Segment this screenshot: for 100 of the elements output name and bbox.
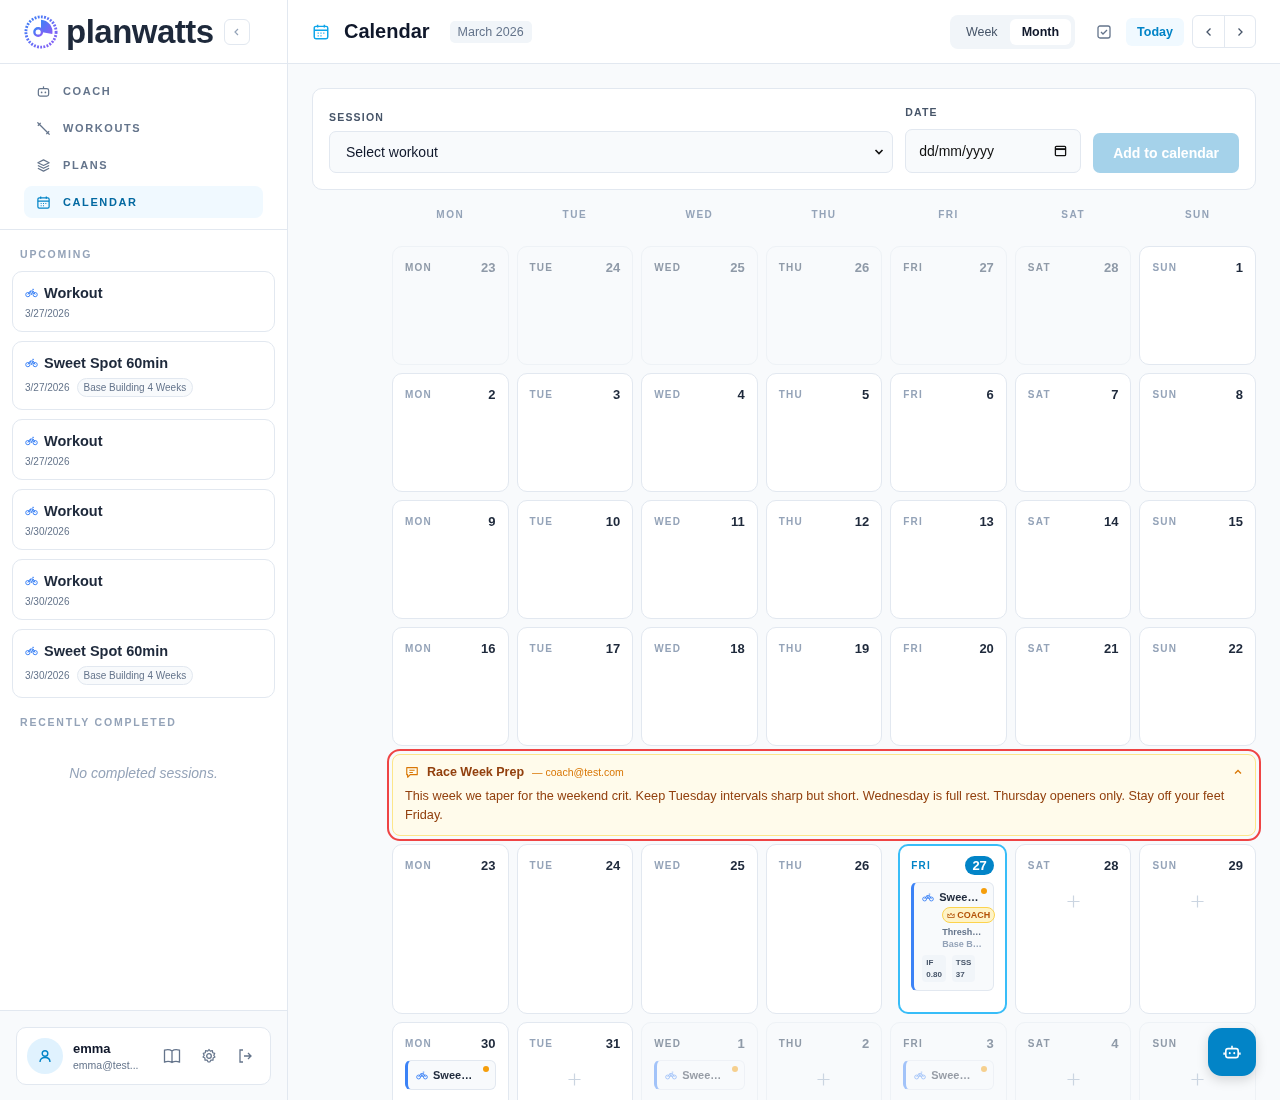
- day-cell[interactable]: FRI 13: [890, 500, 1007, 619]
- session-title: Workout: [44, 433, 103, 449]
- day-cell[interactable]: SUN 8: [1139, 373, 1256, 492]
- add-icon[interactable]: [1066, 895, 1080, 908]
- today-button[interactable]: Today: [1126, 17, 1184, 46]
- day-number: 26: [854, 259, 870, 275]
- note-author: — coach@test.com: [532, 766, 624, 778]
- day-cell[interactable]: TUE 24: [516, 844, 634, 1014]
- day-cell[interactable]: WED 11: [641, 500, 758, 619]
- session-card[interactable]: Swee… COACH Thresh… Base B… IF 0.80 TSS 37: [911, 882, 994, 991]
- day-label: SAT: [1027, 261, 1051, 273]
- day-cell[interactable]: THU 19: [765, 627, 883, 746]
- session-card[interactable]: Swee…: [405, 1060, 496, 1090]
- day-cell[interactable]: FRI 27 Swee… COACH Thresh… Base B… IF 0.80 TSS 37: [898, 844, 1007, 1014]
- day-cell[interactable]: SUN 29: [1139, 844, 1256, 1014]
- add-icon[interactable]: [1191, 1073, 1205, 1086]
- metric-label: IF: [926, 958, 935, 967]
- day-number: 23: [481, 259, 496, 275]
- add-icon[interactable]: [1066, 1073, 1080, 1086]
- day-label: FRI: [903, 1037, 923, 1049]
- logout-icon[interactable]: [237, 1048, 253, 1064]
- day-label: SUN: [1152, 261, 1178, 273]
- view-tab[interactable]: Week: [953, 18, 1010, 45]
- avatar-icon: [27, 1038, 63, 1074]
- nav-item[interactable]: CALENDAR: [24, 186, 263, 218]
- day-label: MON: [405, 642, 432, 654]
- period-label: March 2026: [449, 20, 532, 43]
- session-select[interactable]: Select workout: [329, 131, 894, 173]
- settings-icon[interactable]: [201, 1048, 217, 1064]
- session-date: 3/30/2026: [25, 596, 70, 607]
- nav-item[interactable]: COACH: [24, 75, 263, 107]
- day-cell[interactable]: THU 5: [765, 373, 883, 492]
- day-cell[interactable]: THU 26: [765, 844, 883, 1014]
- day-number: 18: [730, 640, 745, 656]
- book-icon[interactable]: [163, 1048, 181, 1064]
- day-cell[interactable]: FRI 20: [890, 627, 1007, 746]
- upcoming-card[interactable]: Sweet Spot 60min 3/30/2026 Base Building 4 Weeks: [12, 629, 275, 698]
- calendar-icon[interactable]: [1054, 144, 1068, 157]
- user-name: emma: [73, 1041, 112, 1056]
- nav-item[interactable]: WORKOUTS: [24, 112, 263, 144]
- day-cell[interactable]: FRI 6: [890, 373, 1007, 492]
- day-number: 28: [1103, 259, 1119, 275]
- bike-icon: [25, 436, 38, 446]
- day-cell[interactable]: THU 12: [765, 500, 883, 619]
- day-cell[interactable]: TUE 17: [516, 627, 634, 746]
- day-number: 8: [1235, 386, 1243, 402]
- plan-tag: Base Building 4 Weeks: [76, 378, 194, 397]
- day-cell[interactable]: SUN 22: [1139, 627, 1256, 746]
- upcoming-card[interactable]: Workout 3/30/2026: [12, 559, 275, 620]
- upcoming-card[interactable]: Sweet Spot 60min 3/27/2026 Base Building 4 Weeks: [12, 341, 275, 410]
- logo-text: planwatts: [66, 12, 214, 51]
- upcoming-card[interactable]: Workout 3/30/2026: [12, 489, 275, 550]
- day-cell[interactable]: WED 4: [641, 373, 758, 492]
- bike-icon: [922, 892, 935, 902]
- day-cell[interactable]: TUE 3: [516, 373, 634, 492]
- day-number: 31: [605, 1035, 621, 1051]
- metric-label: TSS: [955, 958, 972, 967]
- day-cell[interactable]: TUE 10: [516, 500, 634, 619]
- day-cell[interactable]: MON 16: [392, 627, 509, 746]
- empty-message: No completed sessions.: [68, 764, 219, 781]
- upcoming-card[interactable]: Workout 3/27/2026: [12, 419, 275, 480]
- day-cell[interactable]: SAT 21: [1014, 627, 1132, 746]
- weekday-header: THU: [810, 208, 838, 220]
- day-cell[interactable]: SAT 7: [1014, 373, 1132, 492]
- day-cell[interactable]: SUN 15: [1139, 500, 1256, 619]
- calendar-icon: [36, 194, 51, 210]
- day-cell[interactable]: MON 30 Swee…: [392, 1022, 509, 1100]
- session-date: 3/27/2026: [25, 308, 70, 319]
- date-field[interactable]: dd/mm/yyyy: [905, 129, 1082, 173]
- day-label: SAT: [1027, 642, 1051, 654]
- note-title: Race Week Prep: [427, 765, 525, 779]
- nav-item[interactable]: PLANS: [24, 149, 263, 181]
- add-icon[interactable]: [1191, 895, 1205, 908]
- day-cell[interactable]: SAT 28: [1014, 844, 1132, 1014]
- day-number: 3: [986, 1035, 994, 1051]
- add-icon[interactable]: [817, 1073, 831, 1086]
- day-label: MON: [405, 859, 432, 871]
- upcoming-card[interactable]: Workout 3/27/2026: [12, 271, 275, 332]
- collapse-icon[interactable]: [1233, 767, 1243, 777]
- collapse-button[interactable]: [223, 18, 250, 45]
- day-label: WED: [654, 515, 682, 527]
- day-number: 24: [605, 857, 621, 873]
- day-cell[interactable]: WED 25: [641, 844, 758, 1014]
- day-cell[interactable]: MON 9: [392, 500, 509, 619]
- metric-value: 37: [955, 970, 966, 979]
- add-icon[interactable]: [568, 1073, 582, 1086]
- day-cell[interactable]: SAT 14: [1014, 500, 1132, 619]
- day-label: WED: [654, 261, 682, 273]
- assistant-button[interactable]: [1208, 1028, 1256, 1076]
- bike-icon: [25, 288, 38, 298]
- day-number: 10: [605, 513, 621, 529]
- day-cell[interactable]: MON 23: [392, 844, 509, 1014]
- day-label: SAT: [1027, 388, 1051, 400]
- day-label: THU: [778, 1037, 803, 1049]
- day-cell[interactable]: WED 18: [641, 627, 758, 746]
- day-cell[interactable]: TUE 31: [516, 1022, 634, 1100]
- view-tab[interactable]: Month: [1009, 18, 1072, 45]
- day-cell[interactable]: MON 2: [392, 373, 509, 492]
- day-number: 16: [481, 640, 496, 656]
- day-cell[interactable]: SUN 1: [1139, 246, 1256, 365]
